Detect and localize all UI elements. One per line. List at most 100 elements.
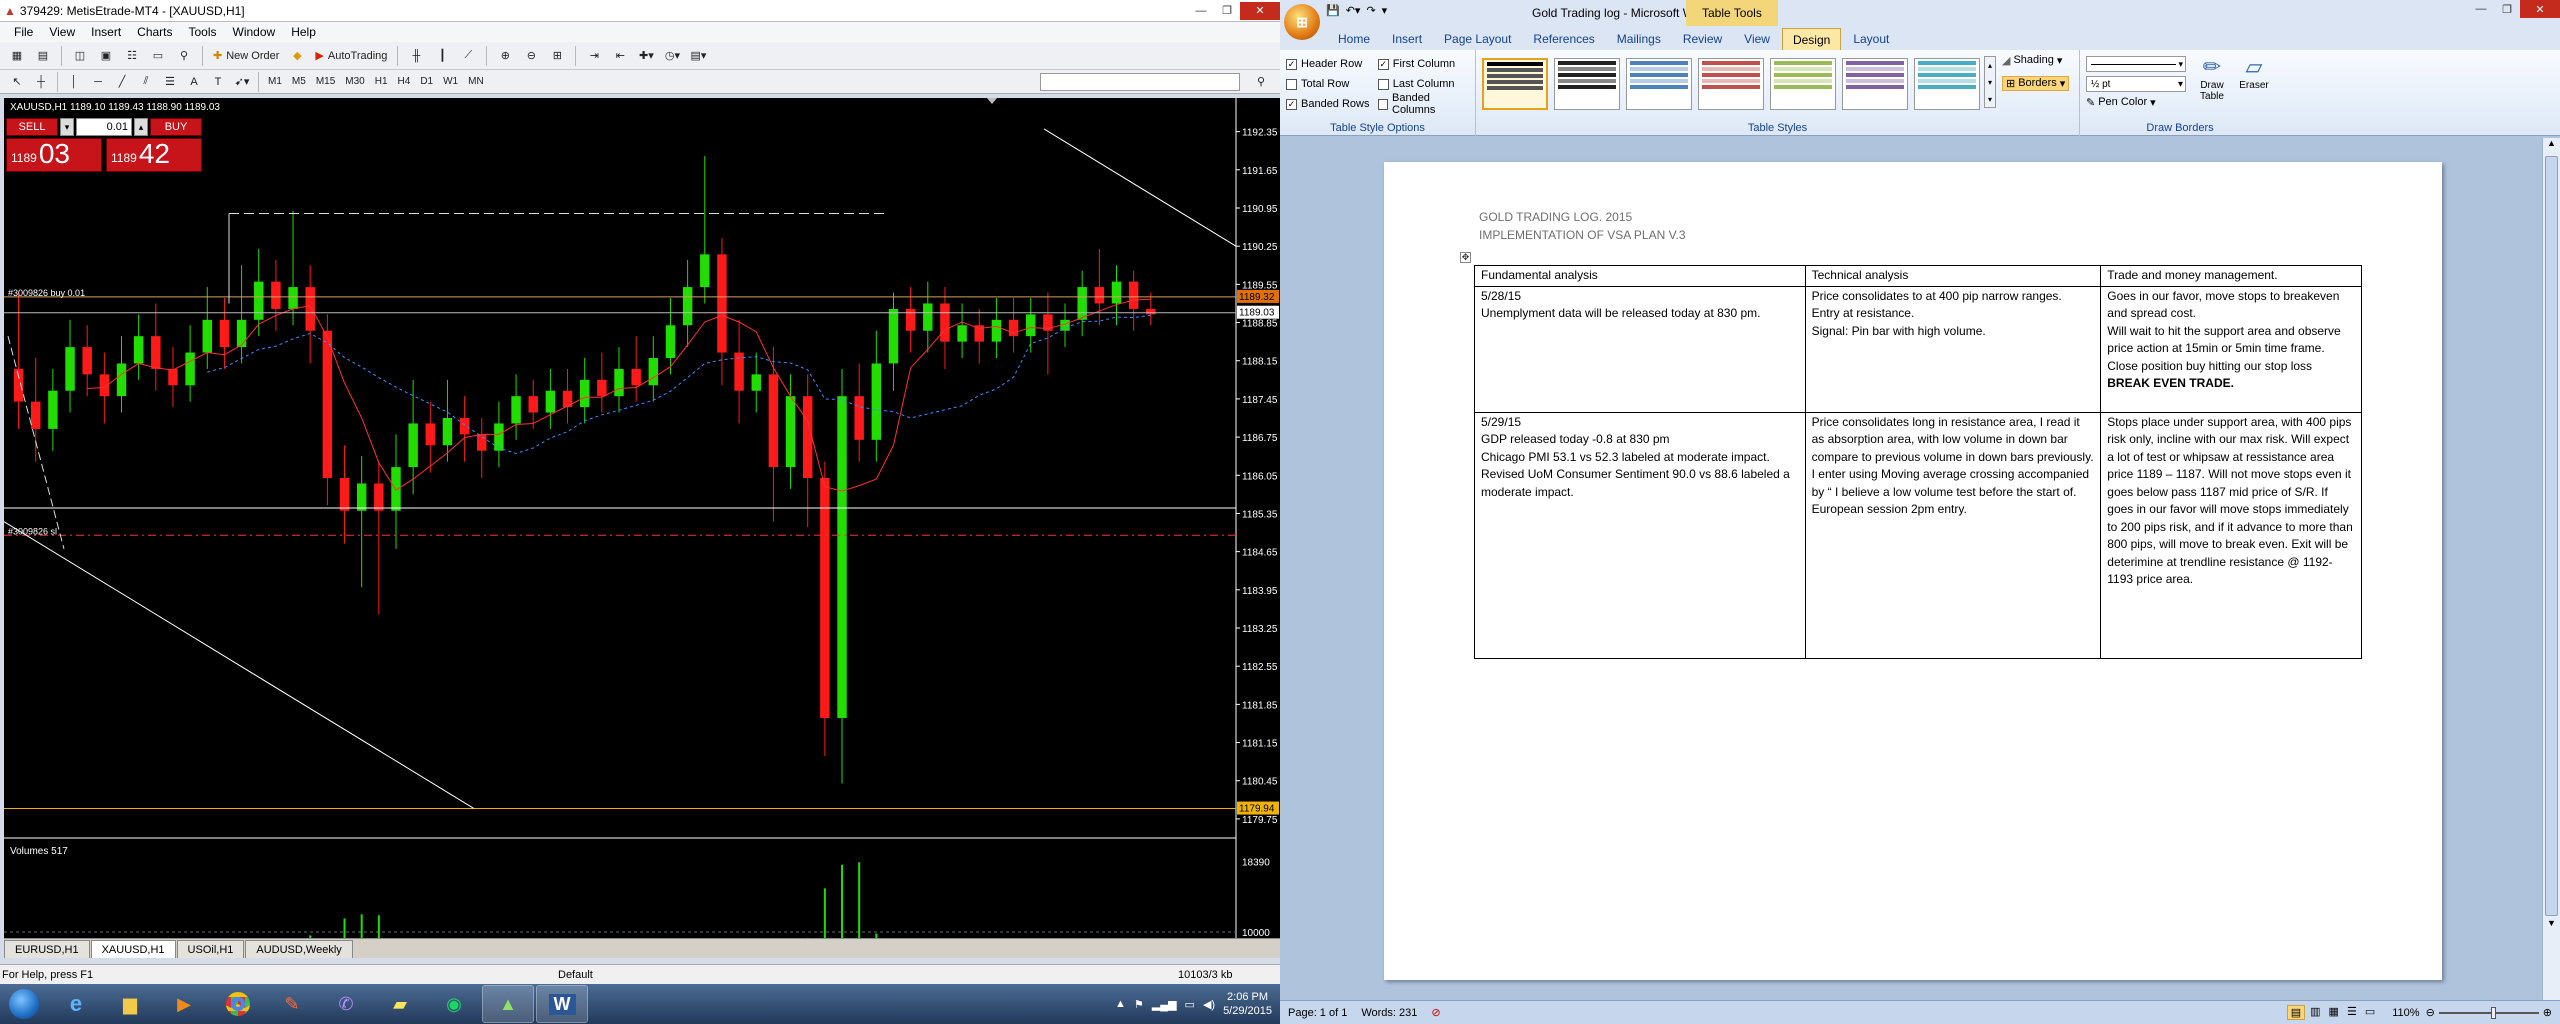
- menu-insert[interactable]: Insert: [85, 25, 127, 39]
- timeframe-m30[interactable]: M30: [341, 76, 368, 87]
- close-button[interactable]: ✕: [1240, 1, 1280, 20]
- horizontal-line-icon[interactable]: ─: [87, 71, 109, 93]
- taskbar-app-ruler[interactable]: ✎: [266, 985, 318, 1023]
- chart-tab-xauusd[interactable]: XAUUSD,H1: [90, 940, 176, 958]
- search-icon[interactable]: ⚲: [1250, 71, 1272, 93]
- zoom-out-icon[interactable]: ⊖: [520, 45, 542, 67]
- periods-icon[interactable]: ◷▾: [661, 45, 683, 67]
- trendline-icon[interactable]: ╱: [111, 71, 133, 93]
- channel-icon[interactable]: ⫽: [135, 71, 157, 93]
- timeframe-h1[interactable]: H1: [371, 76, 392, 87]
- tester-icon[interactable]: ⚲: [173, 45, 195, 67]
- tile-windows-icon[interactable]: ⊞: [546, 45, 568, 67]
- menu-help[interactable]: Help: [285, 25, 322, 39]
- table-style-green[interactable]: [1770, 58, 1836, 110]
- zoom-slider-thumb[interactable]: [2490, 1006, 2496, 1019]
- vertical-scrollbar[interactable]: ▲ ▼: [2542, 138, 2560, 1000]
- last-column-option[interactable]: Last Column: [1377, 74, 1469, 94]
- lot-increase-icon[interactable]: ▴: [134, 118, 148, 136]
- table-cell[interactable]: 5/28/15 Unemplyment data will be release…: [1474, 285, 1806, 413]
- table-style-aqua[interactable]: [1914, 58, 1980, 110]
- crosshair-icon[interactable]: ┼: [30, 71, 52, 93]
- word-close-button[interactable]: ✕: [2520, 0, 2560, 18]
- zoom-slider[interactable]: [2438, 1006, 2539, 1019]
- tab-page-layout[interactable]: Page Layout: [1434, 28, 1521, 50]
- line-chart-icon[interactable]: ⟋: [457, 45, 479, 67]
- sell-price-button[interactable]: 1189 03: [6, 138, 102, 172]
- network-icon[interactable]: ▂▄▆: [1152, 998, 1177, 1011]
- taskbar-chrome[interactable]: [212, 985, 264, 1023]
- header-technical[interactable]: Technical analysis: [1804, 265, 2102, 287]
- table-style-red[interactable]: [1698, 58, 1764, 110]
- menu-window[interactable]: Window: [227, 25, 282, 39]
- menu-file[interactable]: File: [8, 25, 39, 39]
- zoom-level[interactable]: 110%: [2392, 1007, 2419, 1019]
- scroll-down-icon[interactable]: ▼: [2543, 918, 2560, 934]
- navigator-icon[interactable]: ☷: [121, 45, 143, 67]
- web-layout-icon[interactable]: ▦: [2326, 1005, 2342, 1020]
- start-button[interactable]: [0, 985, 48, 1023]
- table-move-handle-icon[interactable]: ✥: [1460, 252, 1471, 263]
- office-button-icon[interactable]: ⊞: [1284, 4, 1320, 40]
- timeframe-m5[interactable]: M5: [288, 76, 310, 87]
- table-cell[interactable]: Stops place under support area, with 400…: [2100, 411, 2362, 659]
- chart-shift-icon[interactable]: ⇤: [609, 45, 631, 67]
- document-page[interactable]: GOLD TRADING LOG. 2015 IMPLEMENTATION OF…: [1384, 162, 2442, 980]
- taskbar-mt4[interactable]: ▲: [482, 985, 534, 1023]
- pen-color-button[interactable]: ✎ Pen Color ▾: [2086, 96, 2156, 109]
- tab-insert[interactable]: Insert: [1382, 28, 1432, 50]
- autotrading-button[interactable]: ▶ AutoTrading: [312, 45, 390, 67]
- table-cell[interactable]: 5/29/15 GDP released today -0.8 at 830 p…: [1474, 411, 1806, 659]
- cursor-icon[interactable]: ↖: [6, 71, 28, 93]
- restore-button[interactable]: ❐: [1214, 2, 1240, 20]
- print-layout-icon[interactable]: ▤: [2286, 1005, 2306, 1020]
- taskbar-ie[interactable]: e: [50, 985, 102, 1023]
- borders-button[interactable]: ⊞ Borders ▾: [2002, 76, 2070, 91]
- banded-columns-option[interactable]: Banded Columns: [1377, 92, 1469, 116]
- market-watch-icon[interactable]: ◫: [69, 45, 91, 67]
- timeframe-m15[interactable]: M15: [312, 76, 339, 87]
- table-style-purple[interactable]: [1842, 58, 1908, 110]
- banded-columns-checkbox[interactable]: [1377, 98, 1388, 110]
- fibonacci-icon[interactable]: ☰: [159, 71, 181, 93]
- tab-design[interactable]: Design: [1781, 28, 1842, 50]
- chart-tab-audusd[interactable]: AUDUSD,Weekly: [245, 940, 353, 958]
- sell-button[interactable]: SELL: [6, 118, 58, 136]
- banded-rows-option[interactable]: ✓ Banded Rows: [1286, 94, 1378, 114]
- minimize-button[interactable]: —: [1188, 2, 1214, 20]
- taskbar-explorer[interactable]: ▆: [104, 985, 156, 1023]
- new-chart-icon[interactable]: ▦: [6, 45, 28, 67]
- chart-window[interactable]: 1192.35 1191.65 1190.95 1190.25 1189.55 1188.…: [4, 98, 1280, 938]
- outline-icon[interactable]: ☰: [2344, 1005, 2360, 1020]
- word-minimize-button[interactable]: —: [2468, 0, 2494, 18]
- proofing-icon[interactable]: ⊘: [1431, 1006, 1440, 1019]
- timeframe-d1[interactable]: D1: [416, 76, 437, 87]
- candlestick-chart[interactable]: 1192.35 1191.65 1190.95 1190.25 1189.55 1188.…: [4, 98, 1280, 938]
- menu-view[interactable]: View: [43, 25, 81, 39]
- tab-view[interactable]: View: [1734, 28, 1780, 50]
- tab-references[interactable]: References: [1523, 28, 1604, 50]
- menu-tools[interactable]: Tools: [183, 25, 223, 39]
- timeframe-h4[interactable]: H4: [394, 76, 415, 87]
- vertical-line-icon[interactable]: │: [63, 71, 85, 93]
- draw-table-button[interactable]: ✏ Draw Table: [2192, 54, 2232, 102]
- taskbar-spotify[interactable]: ◉: [428, 985, 480, 1023]
- bar-chart-icon[interactable]: ╫: [405, 45, 427, 67]
- lot-decrease-icon[interactable]: ▾: [60, 118, 74, 136]
- table-styles-scroll-icon[interactable]: ▴ ▾ ▾: [1984, 56, 1996, 108]
- line-style-dropdown[interactable]: ▾: [2086, 56, 2186, 72]
- tab-home[interactable]: Home: [1328, 28, 1380, 50]
- full-screen-reading-icon[interactable]: ▥: [2307, 1005, 2323, 1020]
- tab-review[interactable]: Review: [1673, 28, 1732, 50]
- zoom-in-icon[interactable]: ⊕: [2543, 1006, 2552, 1019]
- scroll-thumb[interactable]: [2545, 156, 2558, 916]
- candlestick-icon[interactable]: ┃: [431, 45, 453, 67]
- show-hidden-icons-icon[interactable]: ▲: [1115, 998, 1126, 1010]
- save-icon[interactable]: 💾: [1326, 4, 1340, 17]
- indicators-icon[interactable]: ✚▾: [635, 45, 657, 67]
- action-center-icon[interactable]: ⚑: [1134, 998, 1144, 1011]
- profiles-icon[interactable]: ▤: [32, 45, 54, 67]
- taskbar-notes[interactable]: ▰: [374, 985, 426, 1023]
- banded-rows-checkbox[interactable]: ✓: [1286, 98, 1297, 110]
- table-cell[interactable]: Price consolidates long in resistance ar…: [1804, 411, 2102, 659]
